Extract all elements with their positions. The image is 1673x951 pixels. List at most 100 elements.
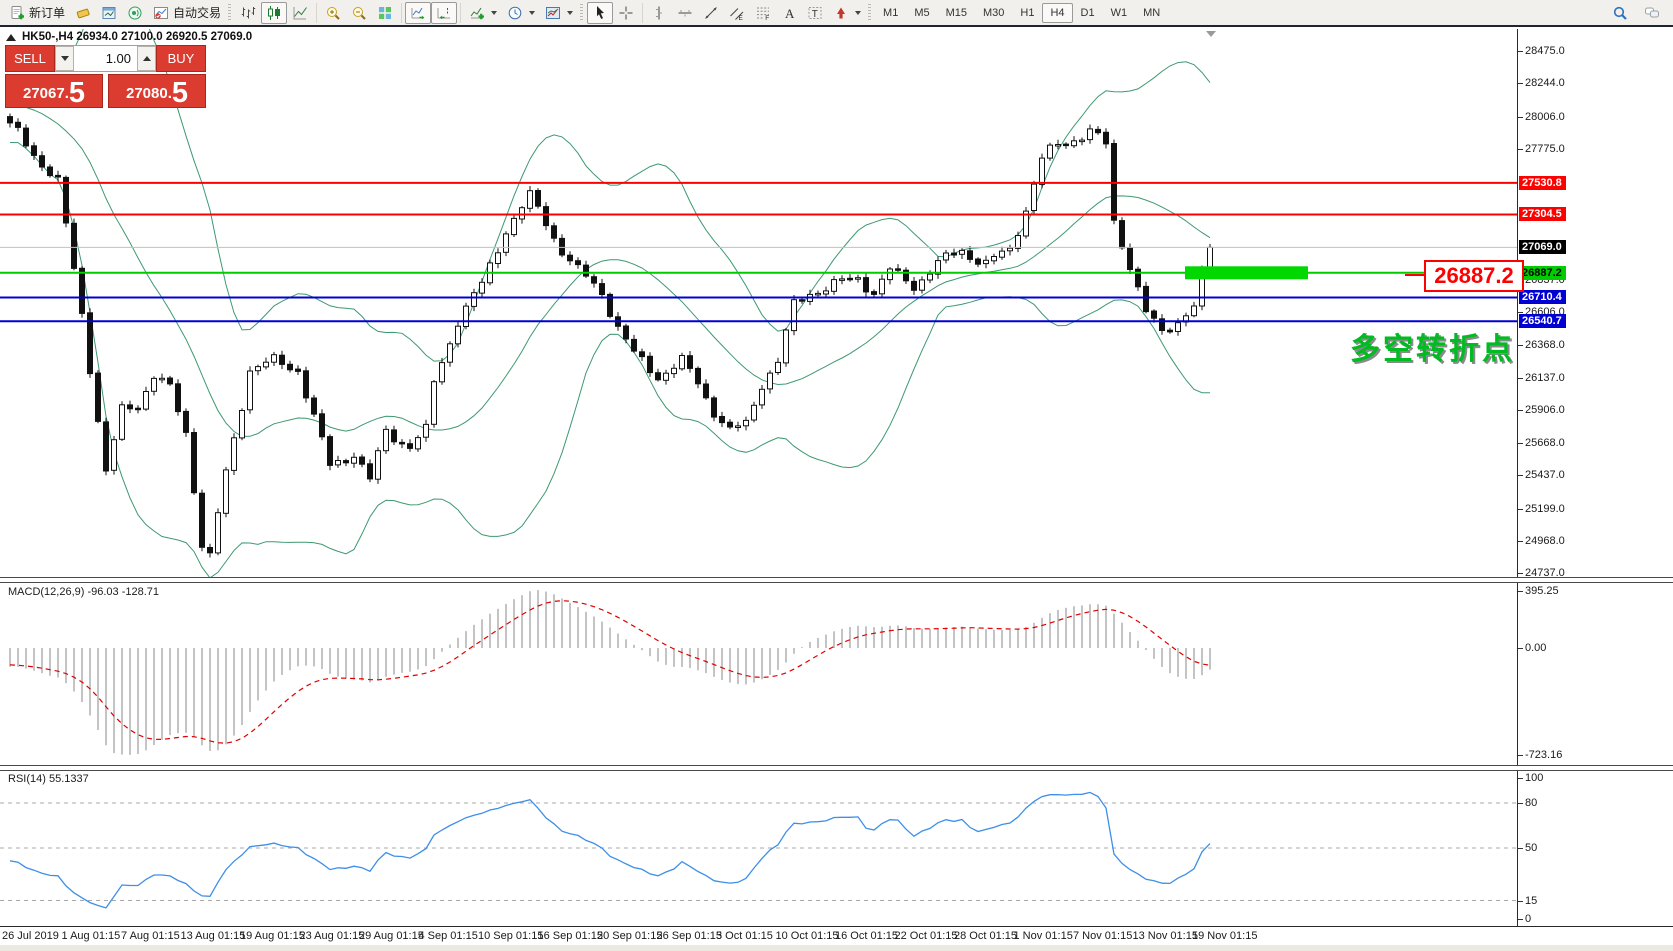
zoom-out-button[interactable] xyxy=(346,2,372,24)
rsi-pane[interactable] xyxy=(0,771,1517,926)
candle-body xyxy=(1144,286,1149,311)
layouts-button[interactable] xyxy=(70,2,96,24)
volume-stepper xyxy=(55,45,156,72)
candle-body xyxy=(304,371,309,398)
line-chart-button[interactable] xyxy=(287,2,313,24)
sell-button[interactable]: SELL xyxy=(5,45,55,72)
fibonacci-button[interactable] xyxy=(750,2,776,24)
macd-axis[interactable]: 395.250.00-723.16 xyxy=(1517,583,1673,765)
candle-body xyxy=(1008,248,1013,251)
timeframe-mn-button[interactable]: MN xyxy=(1135,3,1168,23)
candle-body xyxy=(880,279,885,294)
buy-price[interactable]: 27080.5 xyxy=(108,74,206,108)
timeframe-h4-button[interactable]: H4 xyxy=(1042,3,1072,23)
fib-icon xyxy=(755,5,771,21)
volume-decrease-button[interactable] xyxy=(55,46,74,71)
tile-windows-button[interactable] xyxy=(372,2,398,24)
candle-body xyxy=(8,117,13,123)
candle-body xyxy=(472,293,477,307)
timeframe-m30-button[interactable]: M30 xyxy=(975,3,1012,23)
auto-scroll-button[interactable] xyxy=(405,2,431,24)
signals-button[interactable] xyxy=(122,2,148,24)
candle-body xyxy=(1192,306,1197,316)
time-label: 29 Aug 01:15 xyxy=(359,930,424,942)
candle-body xyxy=(848,278,853,280)
doc-icon xyxy=(9,5,25,21)
candle-body xyxy=(392,430,397,442)
dropdown-arrow-icon xyxy=(567,11,573,15)
periods-button[interactable] xyxy=(502,2,540,24)
symbol-info: HK50-,H4 26934.0 27100.0 26920.5 27069.0 xyxy=(6,31,252,43)
buy-button[interactable]: BUY xyxy=(156,45,206,72)
candlestick-chart-button[interactable] xyxy=(261,2,287,24)
price-axis[interactable]: 28475.028244.028006.027775.026837.026606… xyxy=(1517,29,1673,577)
search-icon xyxy=(1612,5,1628,21)
signal-icon xyxy=(127,5,143,21)
win-icon xyxy=(101,5,117,21)
candle-body xyxy=(872,292,877,295)
timeframe-m1-button[interactable]: M1 xyxy=(875,3,906,23)
bar-chart-button[interactable] xyxy=(235,2,261,24)
time-label: 7 Aug 01:15 xyxy=(121,930,180,942)
grid-icon xyxy=(377,5,393,21)
candle-body xyxy=(1120,221,1125,248)
templates-button[interactable] xyxy=(540,2,578,24)
timeframe-w1-button[interactable]: W1 xyxy=(1103,3,1136,23)
candle-body xyxy=(592,277,597,283)
search-button[interactable] xyxy=(1607,2,1633,24)
candle-body xyxy=(824,291,829,294)
sell-price-frac: 5 xyxy=(69,80,85,106)
candle-body xyxy=(256,367,261,371)
time-label: 16 Sep 01:15 xyxy=(538,930,603,942)
candle-body xyxy=(312,398,317,414)
timeframe-m15-button[interactable]: M15 xyxy=(938,3,975,23)
candle-body xyxy=(424,424,429,437)
candle-body xyxy=(192,433,197,493)
text-button[interactable] xyxy=(776,2,802,24)
candle-body xyxy=(360,457,365,464)
equidistant-channel-button[interactable] xyxy=(724,2,750,24)
sell-price[interactable]: 27067.5 xyxy=(5,74,103,108)
new-order-button[interactable]: 新订单 xyxy=(4,1,70,24)
chart-shift-button[interactable] xyxy=(431,2,457,24)
toolbar-right xyxy=(1607,2,1669,24)
main-chart[interactable] xyxy=(0,29,1517,577)
price-tick-label: 25906.0 xyxy=(1525,404,1565,416)
arrows-button[interactable] xyxy=(828,2,866,24)
timeframe-d1-button[interactable]: D1 xyxy=(1073,3,1103,23)
zoom-in-button[interactable] xyxy=(320,2,346,24)
crosshair-button[interactable] xyxy=(613,2,639,24)
volume-increase-button[interactable] xyxy=(137,46,156,71)
level-annotation-dash xyxy=(1405,274,1424,276)
autotrading-button[interactable]: 自动交易 xyxy=(148,1,226,24)
time-label: 19 Nov 01:15 xyxy=(1192,930,1257,942)
candle-icon xyxy=(266,5,282,21)
candle-body xyxy=(48,167,53,176)
charts-window-button[interactable] xyxy=(96,2,122,24)
chart-shift-marker[interactable] xyxy=(1206,31,1216,37)
candle-body xyxy=(1088,129,1093,140)
timeframe-h1-button[interactable]: H1 xyxy=(1012,3,1042,23)
candle-body xyxy=(120,405,125,440)
arrow-up-icon xyxy=(143,56,151,61)
cursor-button[interactable] xyxy=(587,2,613,24)
horizontal-line-button[interactable] xyxy=(672,2,698,24)
macd-pane[interactable] xyxy=(0,583,1517,765)
vertical-line-button[interactable] xyxy=(646,2,672,24)
candle-body xyxy=(992,257,997,261)
volume-input[interactable] xyxy=(74,46,137,71)
chat-button[interactable] xyxy=(1639,2,1665,24)
dropdown-arrow-icon xyxy=(855,11,861,15)
sell-price-main: 27067. xyxy=(23,82,69,106)
trendline-button[interactable] xyxy=(698,2,724,24)
time-label: 19 Aug 01:15 xyxy=(240,930,305,942)
time-label: 10 Oct 01:15 xyxy=(776,930,839,942)
candle-body xyxy=(176,384,181,412)
panel-collapse-icon[interactable] xyxy=(6,34,16,41)
time-axis[interactable]: 26 Jul 20191 Aug 01:157 Aug 01:1513 Aug … xyxy=(0,926,1673,946)
text-label-button[interactable] xyxy=(802,2,828,24)
rsi-axis[interactable]: 1008050150 xyxy=(1517,771,1673,926)
indicators-button[interactable] xyxy=(464,2,502,24)
candle-body xyxy=(64,177,69,223)
timeframe-m5-button[interactable]: M5 xyxy=(906,3,937,23)
